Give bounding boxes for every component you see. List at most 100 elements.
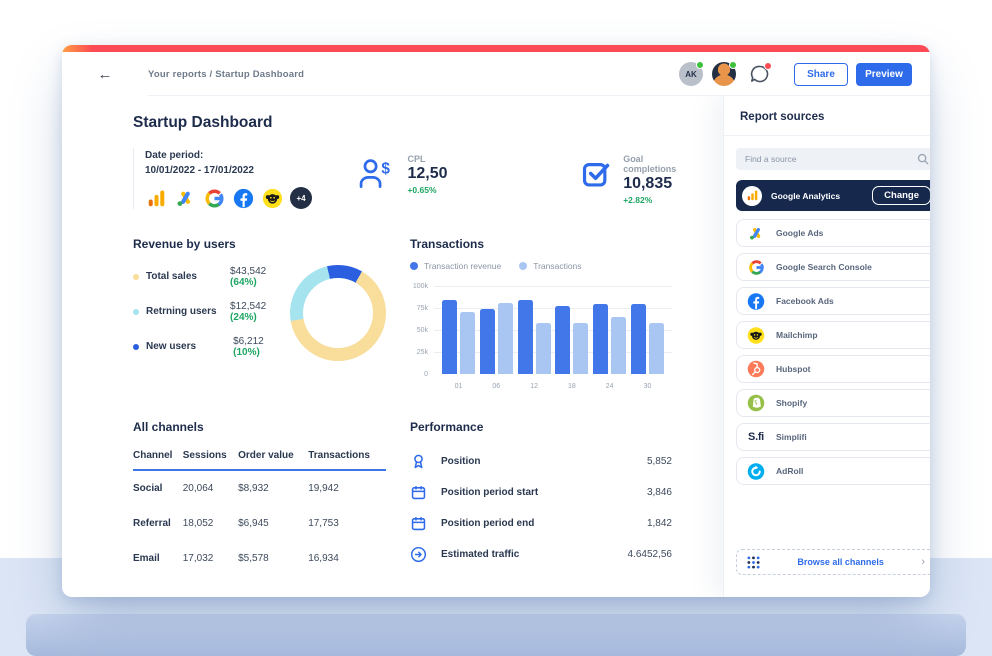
source-item-simplifi[interactable]: S.fi Simplifi xyxy=(736,423,930,451)
bar-pair xyxy=(518,300,551,374)
table-header: Sessions xyxy=(183,444,238,470)
simplifi-icon: S.fi xyxy=(747,428,765,446)
table-cell: Email xyxy=(133,541,183,576)
online-status-dot xyxy=(696,61,704,69)
legend-value: $43,542 (64%) xyxy=(230,266,290,288)
avatar[interactable]: AK xyxy=(679,62,703,86)
change-source-button[interactable]: Change xyxy=(872,186,930,205)
browse-all-channels-button[interactable]: Browse all channels › xyxy=(736,549,930,575)
table-cell: $5,578 xyxy=(238,541,308,576)
widget-all-channels: All channels ChannelSessionsOrder valueT… xyxy=(133,420,386,576)
back-button[interactable]: ← xyxy=(62,66,148,83)
performance-label: Position xyxy=(441,456,647,467)
calendar-icon xyxy=(410,484,428,502)
search-icon xyxy=(917,153,929,165)
avatar-initials: AK xyxy=(685,70,697,79)
more-sources-badge[interactable]: +4 xyxy=(290,187,312,209)
preview-button[interactable]: Preview xyxy=(856,63,912,86)
source-item-google-ads[interactable]: Google Ads xyxy=(736,219,930,247)
share-button[interactable]: Share xyxy=(794,63,848,86)
x-axis-tick: 18 xyxy=(555,383,588,390)
google-ads-icon xyxy=(174,187,196,209)
legend-value: $12,542 (24%) xyxy=(230,301,290,323)
bar xyxy=(518,300,533,374)
mailchimp-icon xyxy=(747,326,765,344)
background-decoration-band xyxy=(26,614,966,656)
widget-title: All channels xyxy=(133,420,386,434)
source-item-google-search-console[interactable]: Google Search Console xyxy=(736,253,930,281)
facebook-icon xyxy=(747,292,765,310)
browse-all-channels-label: Browse all channels xyxy=(760,557,921,567)
breadcrumb[interactable]: Your reports / Startup Dashboard xyxy=(148,69,304,80)
table-cell: 19,942 xyxy=(308,470,386,506)
report-sources-panel: Report sources Google Analytics Change G… xyxy=(723,96,930,597)
table-row: Email17,032$5,57816,934 xyxy=(133,541,386,576)
bar xyxy=(573,323,588,374)
table-cell: $6,945 xyxy=(238,506,308,541)
bar xyxy=(460,312,475,374)
performance-value: 5,852 xyxy=(647,456,672,467)
widget-performance: Performance Position5,852 Position period… xyxy=(410,420,672,576)
legend-item: Transactions xyxy=(519,261,581,271)
legend-dot xyxy=(133,309,139,315)
table-cell: Social xyxy=(133,470,183,506)
widget-title: Transactions xyxy=(410,237,672,251)
widget-title: Performance xyxy=(410,420,672,434)
table-cell: 20,064 xyxy=(183,470,238,506)
donut-chart xyxy=(290,265,386,361)
google-icon xyxy=(747,258,765,276)
legend-dot xyxy=(519,262,527,270)
legend-value: $6,212 (10%) xyxy=(233,336,290,358)
bar xyxy=(649,323,664,374)
source-name: Simplifi xyxy=(776,432,807,442)
table-cell: 17,032 xyxy=(183,541,238,576)
notification-dot xyxy=(764,62,772,70)
date-period-value: 10/01/2022 - 17/01/2022 xyxy=(145,163,312,178)
selected-source-name: Google Analytics xyxy=(771,191,872,201)
source-item-facebook-ads[interactable]: Facebook Ads xyxy=(736,287,930,315)
performance-row: Position period end1,842 xyxy=(410,508,672,539)
google-ads-icon xyxy=(747,224,765,242)
table-cell: 16,934 xyxy=(308,541,386,576)
mailchimp-icon xyxy=(261,187,283,209)
bar xyxy=(611,317,626,374)
source-item-adroll[interactable]: AdRoll xyxy=(736,457,930,485)
performance-label: Estimated traffic xyxy=(441,549,628,560)
avatar[interactable] xyxy=(712,62,736,86)
panel-title: Report sources xyxy=(724,96,930,136)
comments-button[interactable] xyxy=(748,62,772,86)
source-name: Hubspot xyxy=(776,364,810,374)
table-header: Transactions xyxy=(308,444,386,470)
source-item-hubspot[interactable]: Hubspot xyxy=(736,355,930,383)
bar xyxy=(498,303,513,374)
metric-label: Goal completions xyxy=(623,154,693,174)
bar xyxy=(442,300,457,374)
app-window: ← Your reports / Startup Dashboard AK Sh… xyxy=(62,45,930,597)
report-accent-bar xyxy=(62,45,930,52)
table-cell: 17,753 xyxy=(308,506,386,541)
source-search-input[interactable] xyxy=(736,148,930,170)
source-item-shopify[interactable]: Shopify xyxy=(736,389,930,417)
legend-dot xyxy=(133,274,139,280)
metric-delta: +2.82% xyxy=(623,195,693,205)
x-axis-tick: 01 xyxy=(442,383,475,390)
selected-source-google-analytics[interactable]: Google Analytics Change xyxy=(736,180,930,211)
calendar-icon xyxy=(410,515,428,533)
donut-legend-item: Retrning users$12,542 (24%) xyxy=(133,294,290,329)
bar-pair xyxy=(555,306,588,374)
metric-value: 10,835 xyxy=(623,175,693,193)
arrow-circle-icon xyxy=(410,546,428,564)
bar xyxy=(555,306,570,374)
performance-row: Position5,852 xyxy=(410,446,672,477)
adroll-icon xyxy=(747,462,765,480)
x-axis-tick: 24 xyxy=(593,383,626,390)
x-axis-tick: 12 xyxy=(518,383,551,390)
metric-label: CPL xyxy=(407,154,447,164)
performance-value: 1,842 xyxy=(647,518,672,529)
legend-label: New users xyxy=(146,341,233,352)
source-item-mailchimp[interactable]: Mailchimp xyxy=(736,321,930,349)
source-list: Google Ads Google Search Console Facebook … xyxy=(736,219,930,491)
person-dollar-icon: $ xyxy=(357,158,395,189)
widget-transactions: Transactions Transaction revenueTransact… xyxy=(410,237,672,390)
legend-dot xyxy=(410,262,418,270)
